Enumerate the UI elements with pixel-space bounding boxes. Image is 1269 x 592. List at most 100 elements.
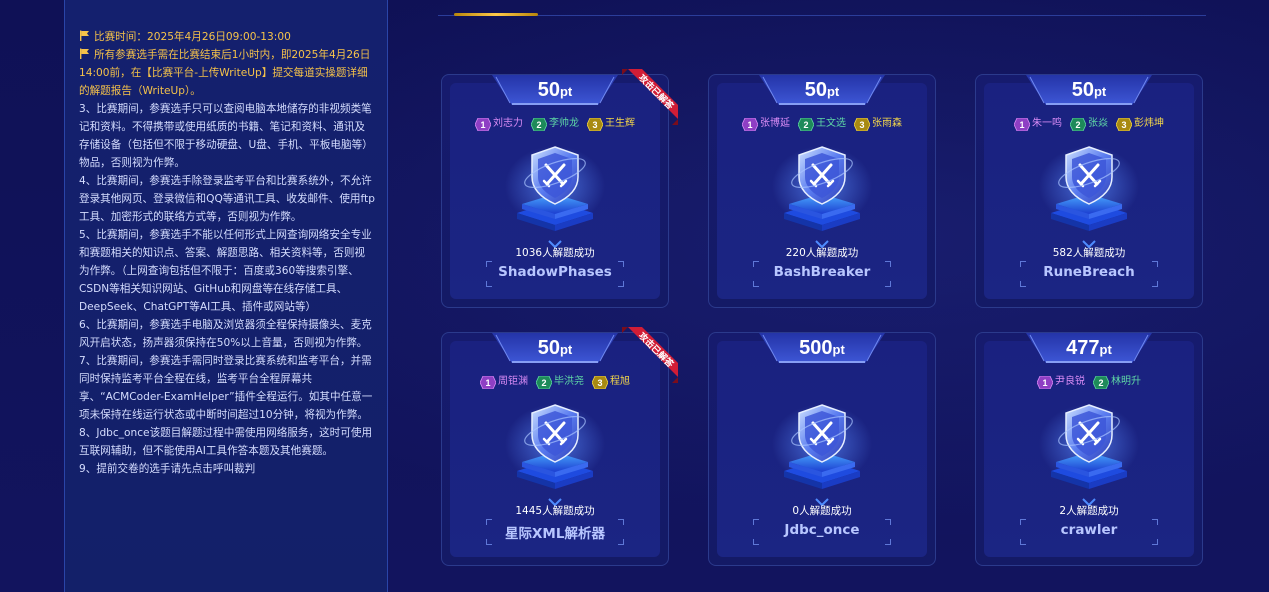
points-value: 477	[1066, 337, 1100, 359]
svg-text:2: 2	[1075, 120, 1080, 130]
corner-bracket	[753, 539, 759, 545]
rank-medal-icon: 3	[587, 117, 603, 131]
corner-bracket	[1152, 281, 1158, 287]
solver-rank-2: 2 张焱	[1070, 117, 1108, 131]
rank-medal-icon: 2	[1070, 117, 1086, 131]
corner-bracket	[753, 281, 759, 287]
challenge-name[interactable]: Jdbc_once	[723, 522, 921, 538]
shield-sword-icon	[772, 146, 872, 231]
points-banner: 50pt	[1026, 75, 1152, 105]
challenge-name[interactable]: ShadowPhases	[456, 264, 654, 280]
rule-line: 3、比赛期间，参赛选手只可以查阅电脑本地储存的非视频类笔记和资料。不得携带或使用…	[79, 100, 375, 172]
solved-count: 2人解题成功	[1059, 505, 1119, 517]
rule-text: 7、比赛期间，参赛选手需同时登录比赛系统和监考平台，并需同时保持监考平台全程在线…	[79, 355, 373, 421]
points-banner: 477pt	[1026, 333, 1152, 363]
challenge-name[interactable]: 星际XML解析器	[456, 522, 654, 542]
challenge-shield	[767, 141, 877, 241]
svg-text:2: 2	[536, 120, 541, 130]
shield-sword-icon	[1039, 146, 1139, 231]
svg-text:3: 3	[597, 378, 602, 388]
challenge-shield	[1034, 399, 1144, 499]
solver-rank-2: 2 林明升	[1093, 375, 1141, 389]
challenge-name-box[interactable]: 星际XML解析器	[486, 519, 624, 545]
rank-medal-icon: 3	[854, 117, 870, 131]
svg-text:2: 2	[1098, 378, 1103, 388]
points-value: 50	[804, 79, 827, 101]
svg-text:攻击已解答: 攻击已解答	[636, 330, 677, 371]
challenge-card[interactable]: 50pt 1 周钜渊 2 毕洪尧 3 程旭 1445人解题成功 星际XML解析器…	[441, 327, 678, 566]
top-solvers: 1 朱一鸣 2 张焱 3 彭炜坤	[976, 117, 1202, 131]
corner-bracket	[885, 281, 891, 287]
rule-text: 所有参赛选手需在比赛结束后1小时内，即2025年4月26日14:00前，在【比赛…	[79, 49, 371, 97]
chevron-down-icon	[548, 233, 562, 249]
challenge-card[interactable]: 477pt 1 尹良锐 2 林明升 2人解题成功 crawler	[975, 332, 1203, 566]
svg-text:攻击已解答: 攻击已解答	[636, 72, 677, 113]
rule-line: 5、比赛期间，参赛选手不能以任何形式上网查询网络安全专业和赛题相关的知识点、答案…	[79, 226, 375, 316]
corner-bracket	[885, 539, 891, 545]
solved-ribbon-badge: 攻击已解答	[620, 325, 680, 385]
rule-line: 4、比赛期间，参赛选手除登录监考平台和比赛系统外，不允许登录其他网页、登录微信和…	[79, 172, 375, 226]
challenge-shield	[500, 141, 610, 241]
solver-name: 李帅龙	[549, 118, 579, 129]
svg-text:3: 3	[592, 120, 597, 130]
chevron-down-icon	[1082, 233, 1096, 249]
corner-bracket	[1020, 539, 1026, 545]
challenge-card[interactable]: 50pt 1 刘志力 2 李帅龙 3 王生辉 1036人解题成功 ShadowP…	[441, 69, 678, 308]
challenge-shield	[1034, 141, 1144, 241]
tab-divider	[438, 15, 1206, 16]
rule-line: 7、比赛期间，参赛选手需同时登录比赛系统和监考平台，并需同时保持监考平台全程在线…	[79, 352, 375, 424]
challenge-card[interactable]: 500pt 0人解题成功 Jdbc_once	[708, 332, 936, 566]
solver-rank-2: 2 李帅龙	[531, 117, 579, 131]
svg-text:3: 3	[1121, 120, 1126, 130]
solver-name: 张博延	[760, 118, 790, 129]
svg-text:2: 2	[803, 120, 808, 130]
challenge-shield	[767, 399, 877, 499]
challenge-name-box[interactable]: ShadowPhases	[486, 261, 624, 287]
challenge-name-box[interactable]: crawler	[1020, 519, 1158, 545]
points-value: 50	[537, 79, 560, 101]
corner-bracket	[618, 281, 624, 287]
challenge-name-box[interactable]: RuneBreach	[1020, 261, 1158, 287]
points-value: 50	[1071, 79, 1094, 101]
solver-rank-2: 2 毕洪尧	[536, 375, 584, 389]
challenge-points: 50pt	[492, 79, 618, 103]
chevron-down-icon	[548, 491, 562, 507]
rule-line: 9、提前交卷的选手请先点击呼叫裁判	[79, 460, 375, 478]
points-value: 50	[537, 337, 560, 359]
solved-ribbon: 攻击已解答	[622, 327, 678, 383]
svg-text:2: 2	[541, 378, 546, 388]
rank-medal-icon: 2	[798, 117, 814, 131]
svg-text:1: 1	[747, 120, 752, 130]
rank-medal-icon: 2	[536, 375, 552, 389]
chevron-down-icon	[815, 233, 829, 249]
svg-text:1: 1	[485, 378, 490, 388]
rule-line: 所有参赛选手需在比赛结束后1小时内，即2025年4月26日14:00前，在【比赛…	[79, 46, 375, 100]
challenge-name-box[interactable]: BashBreaker	[753, 261, 891, 287]
challenge-name-box[interactable]: Jdbc_once	[753, 519, 891, 545]
rule-text: 4、比赛期间，参赛选手除登录监考平台和比赛系统外，不允许登录其他网页、登录微信和…	[79, 175, 375, 223]
shield-sword-icon	[772, 404, 872, 489]
solver-name: 彭炜坤	[1134, 118, 1164, 129]
shield-sword-icon	[505, 404, 605, 489]
challenge-name[interactable]: RuneBreach	[990, 264, 1188, 280]
solver-name: 刘志力	[493, 118, 523, 129]
challenge-name[interactable]: BashBreaker	[723, 264, 921, 280]
corner-bracket	[486, 281, 492, 287]
rule-text: 3、比赛期间，参赛选手只可以查阅电脑本地储存的非视频类笔记和资料。不得携带或使用…	[79, 103, 373, 169]
points-value: 500	[799, 337, 833, 359]
solver-name: 张雨森	[872, 118, 902, 129]
challenge-name[interactable]: crawler	[990, 522, 1188, 538]
svg-text:1: 1	[1019, 120, 1024, 130]
rule-line: 6、比赛期间，参赛选手电脑及浏览器须全程保持摄像头、麦克风开启状态，扬声器须保持…	[79, 316, 375, 352]
challenge-card[interactable]: 50pt 1 朱一鸣 2 张焱 3 彭炜坤 582人解题成功 RuneBreac…	[975, 74, 1203, 308]
solver-rank-1: 1 尹良锐	[1037, 375, 1085, 389]
rank-medal-icon: 1	[475, 117, 491, 131]
top-solvers: 1 尹良锐 2 林明升	[976, 375, 1202, 389]
solver-name: 王文选	[816, 118, 846, 129]
rule-text: 8、Jdbc_once该题目解题过程中需使用网络服务，这时可使用互联网辅助，但不…	[79, 427, 373, 457]
tab-active-indicator[interactable]	[454, 13, 538, 16]
solver-name: 林明升	[1111, 376, 1141, 387]
solver-name: 尹良锐	[1055, 376, 1085, 387]
solver-name: 周钜渊	[498, 376, 528, 387]
challenge-card[interactable]: 50pt 1 张博延 2 王文选 3 张雨森 220人解题成功 BashBrea…	[708, 74, 936, 308]
